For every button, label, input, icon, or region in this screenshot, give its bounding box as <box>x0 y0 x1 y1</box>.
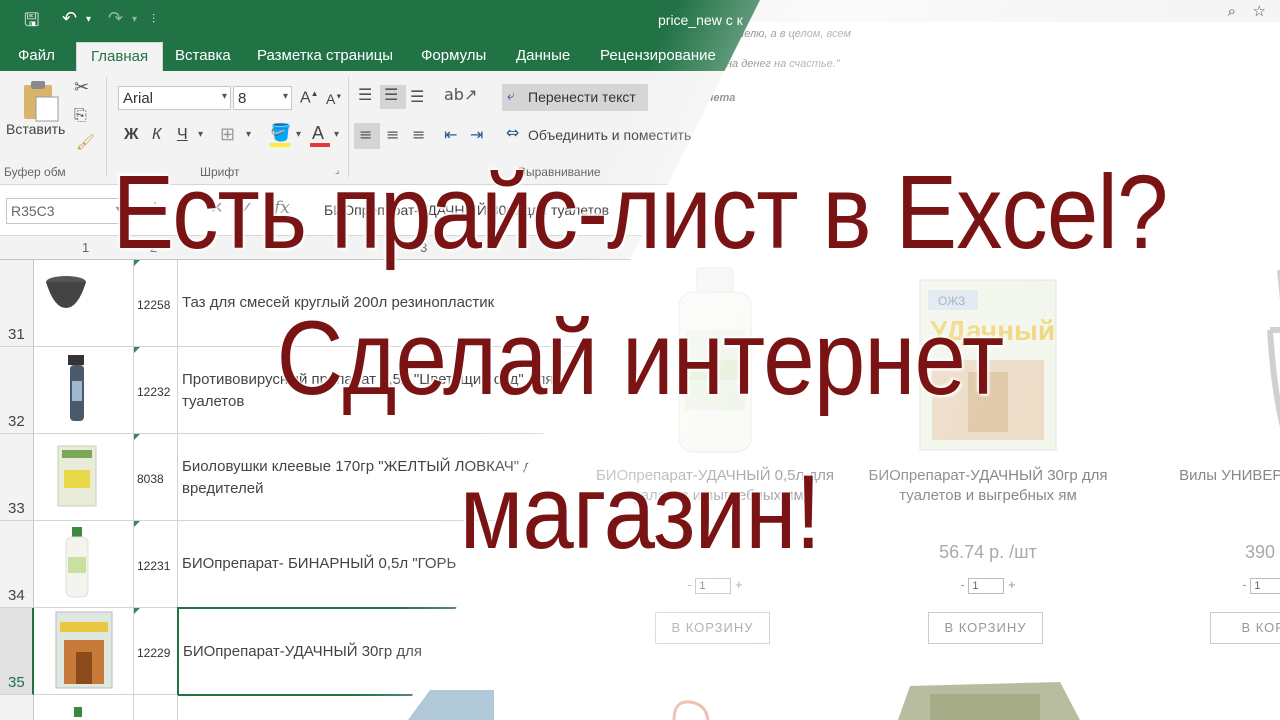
font-size-value: 8 <box>238 90 247 107</box>
row-header[interactable]: 32 <box>0 347 34 434</box>
align-top-icon[interactable]: ☰ <box>358 85 372 104</box>
font-name-value: Arial <box>123 90 154 107</box>
align-middle-icon[interactable]: ☰ <box>384 85 398 104</box>
code-cell[interactable]: 12229 <box>134 608 178 695</box>
tab-insert[interactable]: Вставка <box>175 47 231 64</box>
orientation-icon[interactable]: ab↗ <box>444 85 477 104</box>
error-indicator <box>134 434 140 440</box>
image-cell[interactable] <box>34 608 134 695</box>
tab-data[interactable]: Данные <box>516 47 570 64</box>
align-bottom-icon[interactable]: ☰ <box>410 87 424 106</box>
italic-button[interactable]: К <box>152 126 161 144</box>
font-color-icon[interactable]: A <box>312 123 324 144</box>
grow-font-icon[interactable]: A▲ <box>300 89 319 107</box>
tab-page-layout[interactable]: Разметка страницы <box>257 47 393 64</box>
qty-stepper[interactable]: - + <box>1130 577 1280 594</box>
product-image-partial <box>408 690 494 720</box>
row-number: 33 <box>8 500 25 517</box>
window-title: price_new с к <box>658 12 743 28</box>
product-card: Вилы УНИВЕРСА рогие С 390 р. - + В КОРЗ <box>1130 240 1280 660</box>
undo-dropdown-icon[interactable]: ▾ <box>86 14 91 25</box>
row-header-selected[interactable]: 35 <box>0 608 34 695</box>
error-indicator <box>134 608 140 614</box>
decrease-indent-icon[interactable]: ⇤ <box>444 125 457 144</box>
row-header[interactable]: 33 <box>0 434 34 521</box>
tab-review[interactable]: Рецензирование <box>600 47 716 64</box>
copy-icon[interactable]: ⎘ <box>74 105 87 125</box>
product-thumb-pack <box>55 611 113 689</box>
cut-icon[interactable]: ✂ <box>74 77 89 98</box>
qty-stepper[interactable]: - + <box>575 577 855 594</box>
bold-button[interactable]: Ж <box>124 126 138 144</box>
font-name-select[interactable]: Arial ▾ <box>118 86 231 110</box>
tab-file[interactable]: Файл <box>18 47 55 64</box>
add-to-cart-button[interactable]: В КОРЗИНУ <box>655 612 770 644</box>
chevron-down-icon: ▾ <box>282 91 288 102</box>
product-thumb-partial <box>74 707 82 717</box>
row-number: 35 <box>8 674 25 691</box>
increase-indent-icon[interactable]: ⇥ <box>470 125 483 144</box>
row-header[interactable]: 31 <box>0 260 34 347</box>
product-image-canister <box>898 682 1080 720</box>
row-number: 34 <box>8 587 25 604</box>
borders-icon[interactable]: ⊞ <box>220 124 235 145</box>
customize-toolbar-icon[interactable]: ⫶ <box>152 12 155 27</box>
image-cell[interactable] <box>34 695 134 720</box>
save-icon[interactable]: 🖫 <box>24 8 39 38</box>
row-number: 31 <box>8 326 25 343</box>
fill-color-swatch <box>270 143 290 147</box>
product-image-pitchfork[interactable] <box>1190 260 1280 460</box>
zoom-icon[interactable]: ⌕ <box>1228 2 1236 20</box>
shrink-font-icon[interactable]: A▼ <box>326 91 342 107</box>
product-code: 12229 <box>137 646 171 660</box>
fill-color-icon[interactable]: 🪣 <box>270 123 291 143</box>
wrap-text-label: Перенести текст <box>528 89 636 105</box>
wrap-text-button[interactable]: ⤶ Перенести текст <box>502 84 648 111</box>
headline-line-1: Есть прайс-лист в Excel? <box>112 154 1168 271</box>
add-to-cart-button[interactable]: В КОРЗ <box>1210 612 1280 644</box>
qty-input[interactable] <box>1250 578 1280 594</box>
undo-icon[interactable]: ↶ <box>62 8 77 29</box>
chevron-down-icon[interactable]: ▾ <box>334 129 339 140</box>
code-cell[interactable] <box>134 695 178 720</box>
merge-button[interactable]: Объединить и поместить <box>528 127 691 143</box>
underline-button[interactable]: Ч <box>177 126 188 144</box>
clipboard-group-label: Буфер обм <box>4 165 66 179</box>
wrap-text-icon: ⤶ <box>507 88 515 104</box>
align-center-icon[interactable]: ≡ <box>386 125 399 144</box>
product-image-partial <box>672 700 710 720</box>
row-header[interactable]: 34 <box>0 521 34 608</box>
tab-home[interactable]: Главная <box>76 42 164 71</box>
qty-input[interactable] <box>695 578 732 594</box>
chevron-down-icon[interactable]: ▾ <box>296 129 301 140</box>
format-painter-icon[interactable]: 🖌 <box>76 133 95 151</box>
headline-line-3: магазин! <box>459 454 821 571</box>
chevron-down-icon[interactable]: ▾ <box>246 129 251 140</box>
add-to-cart-button[interactable]: В КОРЗИНУ <box>928 612 1043 644</box>
redo-dropdown-icon[interactable]: ▾ <box>132 14 137 25</box>
redo-icon[interactable]: ↷ <box>108 8 123 29</box>
paste-icon[interactable] <box>20 79 60 123</box>
chevron-down-icon[interactable]: ▾ <box>198 129 203 140</box>
headline-line-2: Сделай интернет <box>276 300 1005 417</box>
row-number: 32 <box>8 413 25 430</box>
font-size-select[interactable]: 8 ▾ <box>233 86 292 110</box>
qty-stepper[interactable]: - + <box>848 577 1128 594</box>
align-left-icon[interactable]: ≡ <box>359 125 372 144</box>
chevron-down-icon: ▾ <box>221 91 227 102</box>
qty-input[interactable] <box>968 578 1005 594</box>
font-color-swatch <box>310 143 330 147</box>
paste-button[interactable]: Вставить <box>6 121 65 137</box>
merge-icon[interactable]: ⇔ <box>506 123 519 142</box>
align-right-icon[interactable]: ≡ <box>412 125 425 144</box>
star-icon[interactable]: ☆ <box>1253 2 1266 20</box>
tab-formulas[interactable]: Формулы <box>421 47 486 64</box>
row-header[interactable] <box>0 695 34 720</box>
